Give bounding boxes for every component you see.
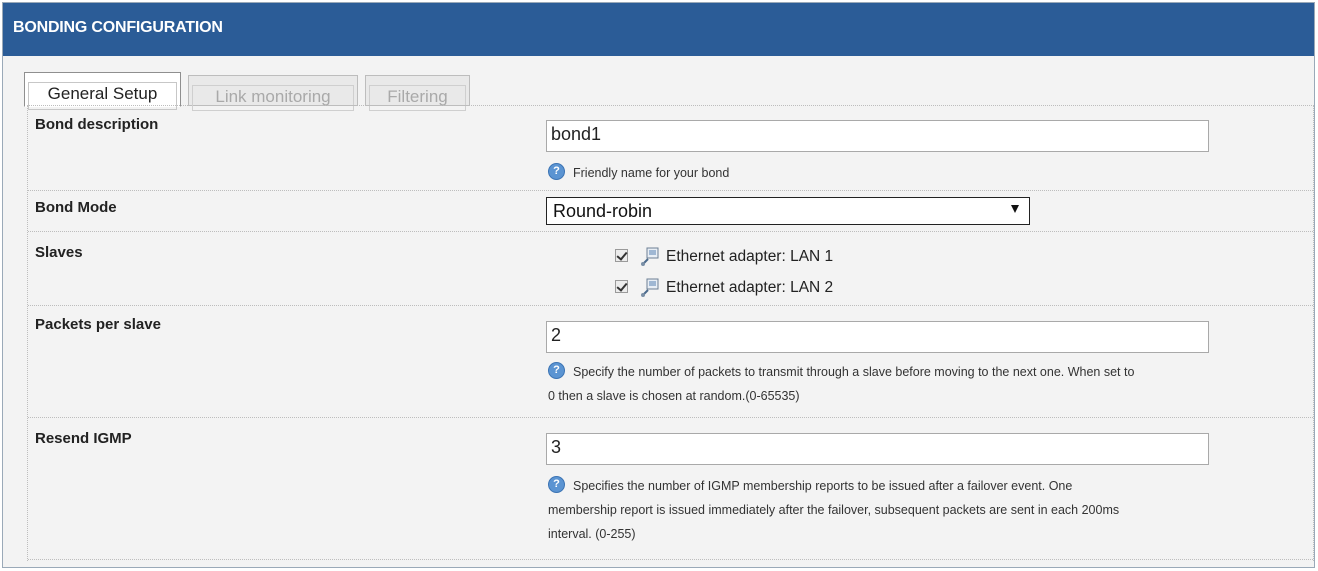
bond-description-row: Bond description bond1 ? Friendly name fo… [28, 106, 1313, 191]
slaves-row: Slaves Ethernet adapter: LAN 1 Ethernet … [28, 232, 1313, 306]
help-line: ? Specifies the number of IGMP membership… [548, 474, 1308, 498]
panel-title: BONDING CONFIGURATION [13, 19, 223, 36]
help-icon: ? [548, 163, 565, 181]
help-line: 0 then a slave is chosen at random.(0-65… [548, 389, 800, 403]
bond-description-help: ? Friendly name for your bond [548, 161, 729, 185]
bond-mode-row: Bond Mode Round-robin [28, 191, 1313, 232]
general-setup-form: Bond description bond1 ? Friendly name fo… [27, 105, 1314, 561]
tab-filtering[interactable]: Filtering [365, 75, 470, 111]
network-adapter-icon [641, 278, 659, 297]
help-icon: ? [548, 476, 565, 494]
help-text: Friendly name for your bond [573, 166, 730, 180]
resend-igmp-input[interactable]: 3 [546, 433, 1209, 465]
help-line: membership report is issued immediately … [548, 503, 1120, 517]
tab-general-setup[interactable]: General Setup [24, 72, 181, 110]
help-line: interval. (0-255) [548, 527, 636, 541]
bond-mode-selected: Round-robin [553, 201, 653, 221]
slaves-label: Slaves [35, 244, 83, 261]
bond-mode-label: Bond Mode [35, 199, 117, 216]
slave-lan1-checkbox[interactable] [615, 249, 628, 262]
help-text: Specify the number of packets to transmi… [573, 365, 1135, 379]
bond-mode-select[interactable]: Round-robin [546, 197, 1030, 225]
bonding-configuration-panel: BONDING CONFIGURATION General Setup Link… [2, 2, 1315, 568]
help-text: Specifies the number of IGMP membership … [573, 479, 1073, 493]
bond-description-input[interactable]: bond1 [546, 120, 1209, 152]
packets-per-slave-help: ? Specify the number of packets to transm… [548, 360, 1308, 408]
slave-lan2-label: Ethernet adapter: LAN 2 [666, 279, 834, 296]
packets-per-slave-row: Packets per slave 2 ? Specify the number … [28, 306, 1313, 418]
resend-igmp-help: ? Specifies the number of IGMP membership… [548, 474, 1308, 546]
packets-per-slave-input[interactable]: 2 [546, 321, 1209, 353]
help-icon: ? [548, 362, 565, 380]
tab-link-monitoring[interactable]: Link monitoring [188, 75, 358, 111]
slave-lan1-label: Ethernet adapter: LAN 1 [666, 248, 834, 265]
packets-per-slave-label: Packets per slave [35, 316, 161, 333]
slave-lan2-checkbox[interactable] [615, 280, 628, 293]
chevron-down-icon [1011, 205, 1019, 213]
resend-igmp-label: Resend IGMP [35, 430, 132, 447]
help-line: ? Specify the number of packets to transm… [548, 360, 1308, 384]
panel-header: BONDING CONFIGURATION [3, 3, 1314, 56]
resend-igmp-row: Resend IGMP 3 ? Specifies the number of I… [28, 418, 1313, 560]
network-adapter-icon [641, 247, 659, 266]
bond-description-label: Bond description [35, 116, 159, 133]
